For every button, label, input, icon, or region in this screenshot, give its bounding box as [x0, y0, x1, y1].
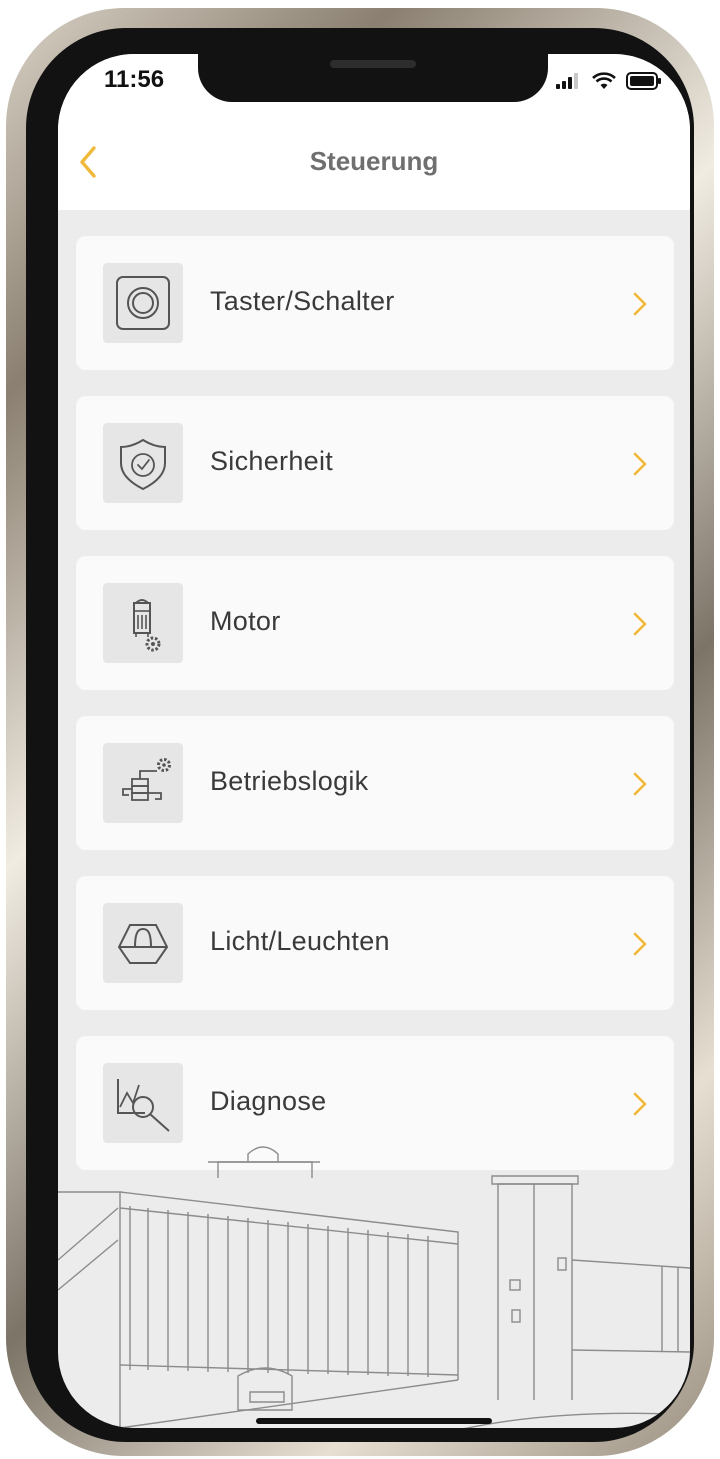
page-title: Steuerung: [309, 146, 439, 176]
chevron-right-icon: [633, 292, 647, 316]
speaker-grille: [330, 60, 416, 68]
status-bar: 11:56: [58, 54, 690, 110]
chevron-right-icon: [633, 932, 647, 956]
menu-item-motor[interactable]: Motor: [76, 556, 674, 690]
menu-item-label: Diagnose: [210, 1086, 327, 1116]
status-time: 11:56: [104, 66, 165, 93]
signal-icon: [556, 73, 578, 89]
warning-light-icon: [103, 903, 183, 983]
menu-item-label: Motor: [210, 606, 281, 636]
home-indicator: [256, 1418, 492, 1424]
menu-item-label: Taster/Schalter: [210, 286, 395, 316]
menu-item-betriebslogik[interactable]: Betriebslogik: [76, 716, 674, 850]
settings-menu: Taster/Schalter Sicherheit Motor Betrieb…: [76, 236, 674, 1196]
status-icons: [556, 72, 662, 90]
wifi-icon: [592, 72, 616, 89]
menu-item-licht-leuchten[interactable]: Licht/Leuchten: [76, 876, 674, 1010]
menu-item-sicherheit[interactable]: Sicherheit: [76, 396, 674, 530]
app-screen: 11:56 Steuerung Taster/Schalter Sicherhe…: [58, 54, 690, 1428]
chevron-right-icon: [633, 452, 647, 476]
menu-item-taster-schalter[interactable]: Taster/Schalter: [76, 236, 674, 370]
menu-item-label: Licht/Leuchten: [210, 926, 390, 956]
chevron-right-icon: [633, 612, 647, 636]
gate-illustration: [58, 1146, 690, 1428]
push-button-icon: [103, 263, 183, 343]
diagnosis-magnifier-icon: [103, 1063, 183, 1143]
menu-item-label: Sicherheit: [210, 446, 334, 476]
navigation-bar: Steuerung: [58, 110, 690, 210]
notch: [198, 54, 548, 102]
chevron-right-icon: [633, 772, 647, 796]
chevron-right-icon: [633, 1092, 647, 1116]
logic-flow-icon: [103, 743, 183, 823]
shield-check-icon: [103, 423, 183, 503]
motor-gear-icon: [103, 583, 183, 663]
menu-item-label: Betriebslogik: [210, 766, 369, 796]
battery-icon: [626, 72, 661, 90]
